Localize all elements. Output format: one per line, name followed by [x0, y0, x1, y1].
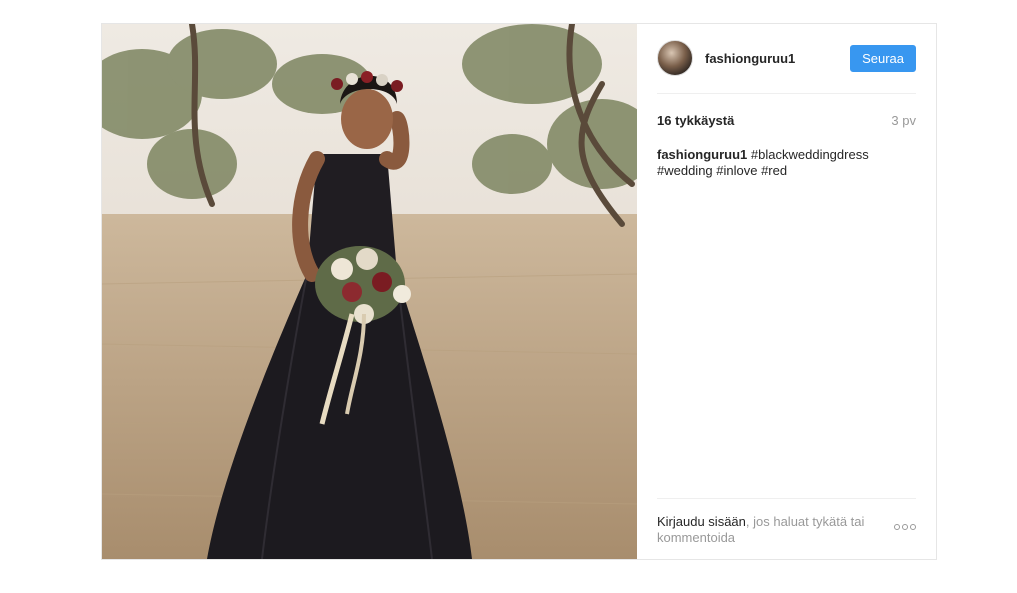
likes-count[interactable]: 16 tykkäystä [657, 113, 734, 128]
divider [657, 498, 916, 499]
post-photo[interactable] [102, 24, 637, 559]
photo-illustration [102, 24, 637, 559]
post-time[interactable]: 3 pv [891, 113, 916, 128]
divider [657, 93, 916, 94]
post-footer: Kirjaudu sisään, jos haluat tykätä tai k… [657, 514, 916, 546]
post-card: fashionguruu1 Seuraa 16 tykkäystä 3 pv f… [101, 23, 937, 560]
likes-row: 16 tykkäystä 3 pv [657, 113, 916, 128]
avatar[interactable] [657, 40, 693, 76]
caption-username[interactable]: fashionguruu1 [657, 147, 747, 162]
login-prompt: Kirjaudu sisään, jos haluat tykätä tai k… [657, 514, 872, 546]
dot [902, 524, 908, 530]
dot [894, 524, 900, 530]
caption-hashtags-line2[interactable]: #wedding #inlove #red [657, 163, 787, 178]
caption-hashtags-line1[interactable]: #blackweddingdress [751, 147, 869, 162]
post-sidebar: fashionguruu1 Seuraa 16 tykkäystä 3 pv f… [637, 24, 936, 559]
post-header: fashionguruu1 Seuraa [657, 40, 916, 76]
dot [910, 524, 916, 530]
login-link[interactable]: Kirjaudu sisään [657, 514, 746, 529]
caption: fashionguruu1 #blackweddingdress #weddin… [657, 147, 916, 179]
username-link[interactable]: fashionguruu1 [705, 51, 850, 66]
follow-button[interactable]: Seuraa [850, 44, 916, 72]
more-options-icon[interactable] [894, 524, 916, 530]
